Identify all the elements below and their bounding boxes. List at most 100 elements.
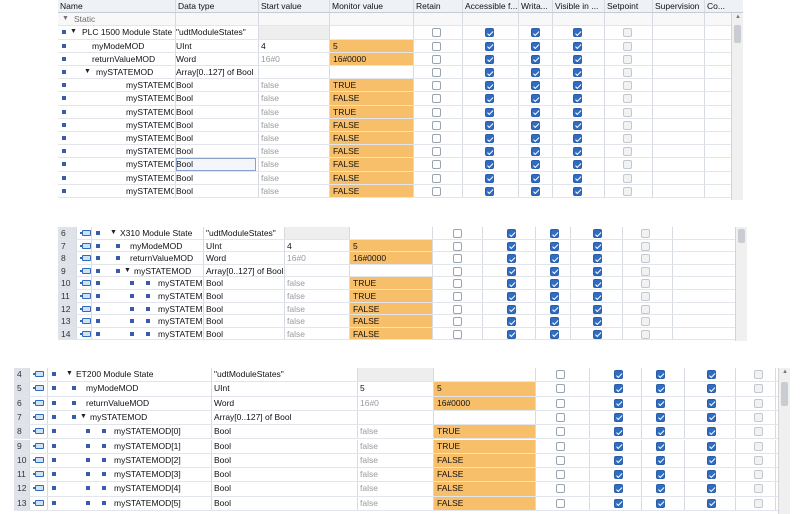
table-row[interactable]: 12 mySTATEMOD[... BoolfalseFALSE: [58, 302, 747, 316]
accessible-checkbox[interactable]: [507, 317, 516, 327]
retain-checkbox[interactable]: [432, 147, 441, 157]
column-divider[interactable]: [258, 0, 259, 13]
accessible-checkbox[interactable]: [485, 81, 494, 91]
row-data-type[interactable]: Bool: [206, 328, 286, 340]
visible-checkbox[interactable]: [593, 229, 602, 238]
retain-checkbox[interactable]: [556, 427, 565, 437]
setpoint-checkbox[interactable]: [623, 28, 632, 38]
row-start-value[interactable]: false: [287, 315, 349, 327]
row-number[interactable]: 11: [14, 468, 29, 482]
accessible-checkbox[interactable]: [614, 370, 623, 379]
col-header-retain[interactable]: Retain: [416, 0, 464, 12]
writable-checkbox[interactable]: [656, 484, 665, 494]
accessible-checkbox[interactable]: [485, 147, 494, 157]
visible-checkbox[interactable]: [593, 304, 602, 314]
col-header-name[interactable]: Name: [60, 0, 176, 12]
table-row[interactable]: mySTATEMOD[...Bool falseFALSE: [58, 158, 743, 172]
visible-checkbox[interactable]: [573, 94, 582, 104]
writable-checkbox[interactable]: [531, 134, 540, 143]
retain-checkbox[interactable]: [432, 120, 441, 130]
table-row[interactable]: mySTATEMOD[...Bool falseFALSE: [58, 145, 743, 159]
writable-checkbox[interactable]: [656, 370, 665, 379]
setpoint-checkbox[interactable]: [641, 317, 650, 327]
setpoint-checkbox[interactable]: [754, 455, 763, 465]
col-header-data-type[interactable]: Data type: [178, 0, 258, 12]
visible-checkbox[interactable]: [707, 427, 716, 437]
visible-checkbox[interactable]: [707, 498, 716, 508]
accessible-checkbox[interactable]: [507, 329, 516, 339]
retain-checkbox[interactable]: [432, 160, 441, 170]
retain-checkbox[interactable]: [432, 107, 441, 117]
retain-checkbox[interactable]: [432, 186, 441, 196]
row-data-type[interactable]: Bool: [214, 454, 294, 467]
row-start-value[interactable]: false: [261, 106, 329, 118]
row-start-value[interactable]: false: [261, 132, 329, 144]
writable-checkbox[interactable]: [550, 329, 559, 339]
retain-checkbox[interactable]: [432, 41, 441, 51]
writable-checkbox[interactable]: [531, 68, 540, 77]
visible-checkbox[interactable]: [573, 28, 582, 38]
setpoint-checkbox[interactable]: [623, 107, 632, 117]
row-data-type[interactable]: Bool: [176, 172, 256, 184]
retain-checkbox[interactable]: [432, 28, 441, 38]
table-row[interactable]: 6 ▼ X310 Module State "udtModuleStates": [58, 227, 747, 240]
visible-checkbox[interactable]: [573, 134, 582, 143]
accessible-checkbox[interactable]: [507, 241, 516, 251]
setpoint-checkbox[interactable]: [623, 147, 632, 157]
table-row[interactable]: 8 returnValueMOD Word 16#0 16#0000: [58, 252, 747, 265]
writable-checkbox[interactable]: [550, 304, 559, 314]
row-data-type[interactable]: Array[0..127] of Bool: [214, 411, 294, 424]
row-data-type[interactable]: Bool: [206, 277, 286, 289]
accessible-checkbox[interactable]: [507, 304, 516, 314]
visible-checkbox[interactable]: [573, 41, 582, 51]
visible-checkbox[interactable]: [707, 384, 716, 394]
row-data-type[interactable]: Bool: [176, 79, 256, 91]
setpoint-checkbox[interactable]: [623, 41, 632, 51]
row-number[interactable]: 12: [58, 302, 76, 315]
writable-checkbox[interactable]: [550, 229, 559, 238]
table-row[interactable]: 9 ▼ mySTATEMOD Array[0..127] of Bool: [58, 264, 747, 278]
row-data-type[interactable]: Array[0..127] of Bool: [206, 265, 286, 277]
retain-checkbox[interactable]: [556, 470, 565, 480]
row-number[interactable]: 4: [14, 368, 29, 382]
row-number[interactable]: 13: [14, 496, 29, 510]
table-row[interactable]: mySTATEMOD[...Bool falseFALSE: [58, 118, 743, 132]
vertical-scrollbar[interactable]: ▲: [731, 13, 743, 200]
visible-checkbox[interactable]: [707, 484, 716, 494]
writable-checkbox[interactable]: [656, 498, 665, 508]
accessible-checkbox[interactable]: [507, 279, 516, 289]
visible-checkbox[interactable]: [573, 173, 582, 183]
table-row[interactable]: 12 mySTATEMOD[4] Bool false FALSE: [14, 482, 790, 497]
row-data-type[interactable]: Word: [214, 397, 294, 410]
accessible-checkbox[interactable]: [614, 441, 623, 451]
retain-checkbox[interactable]: [556, 484, 565, 494]
retain-checkbox[interactable]: [556, 398, 565, 408]
row-start-value[interactable]: false: [261, 185, 329, 197]
setpoint-checkbox[interactable]: [754, 412, 763, 422]
column-divider[interactable]: [652, 0, 653, 13]
accessible-checkbox[interactable]: [507, 254, 516, 264]
row-data-type[interactable]: Bool: [176, 92, 256, 104]
column-divider[interactable]: [329, 0, 330, 13]
row-number[interactable]: 13: [58, 315, 76, 327]
table-row[interactable]: 11 mySTATEMOD[... BoolfalseTRUE: [58, 290, 747, 303]
table-row[interactable]: 10 mySTATEMOD[... BoolfalseTRUE: [58, 277, 747, 290]
setpoint-checkbox[interactable]: [754, 384, 763, 394]
row-data-type[interactable]: Bool: [176, 158, 256, 171]
visible-checkbox[interactable]: [573, 54, 582, 64]
setpoint-checkbox[interactable]: [641, 241, 650, 251]
col-header-setpoint[interactable]: Setpoint: [607, 0, 653, 12]
row-data-type[interactable]: Bool: [206, 315, 286, 327]
setpoint-checkbox[interactable]: [754, 441, 763, 451]
writable-checkbox[interactable]: [656, 398, 665, 408]
retain-checkbox[interactable]: [453, 241, 462, 251]
row-data-type[interactable]: Bool: [214, 425, 294, 438]
row-number[interactable]: 6: [58, 227, 76, 239]
row-number[interactable]: 11: [58, 290, 76, 302]
row-data-type[interactable]: Bool: [214, 497, 294, 510]
accessible-checkbox[interactable]: [485, 41, 494, 51]
row-data-type[interactable]: Bool: [206, 290, 286, 302]
column-divider[interactable]: [175, 0, 176, 13]
retain-checkbox[interactable]: [432, 54, 441, 64]
accessible-checkbox[interactable]: [485, 94, 494, 104]
